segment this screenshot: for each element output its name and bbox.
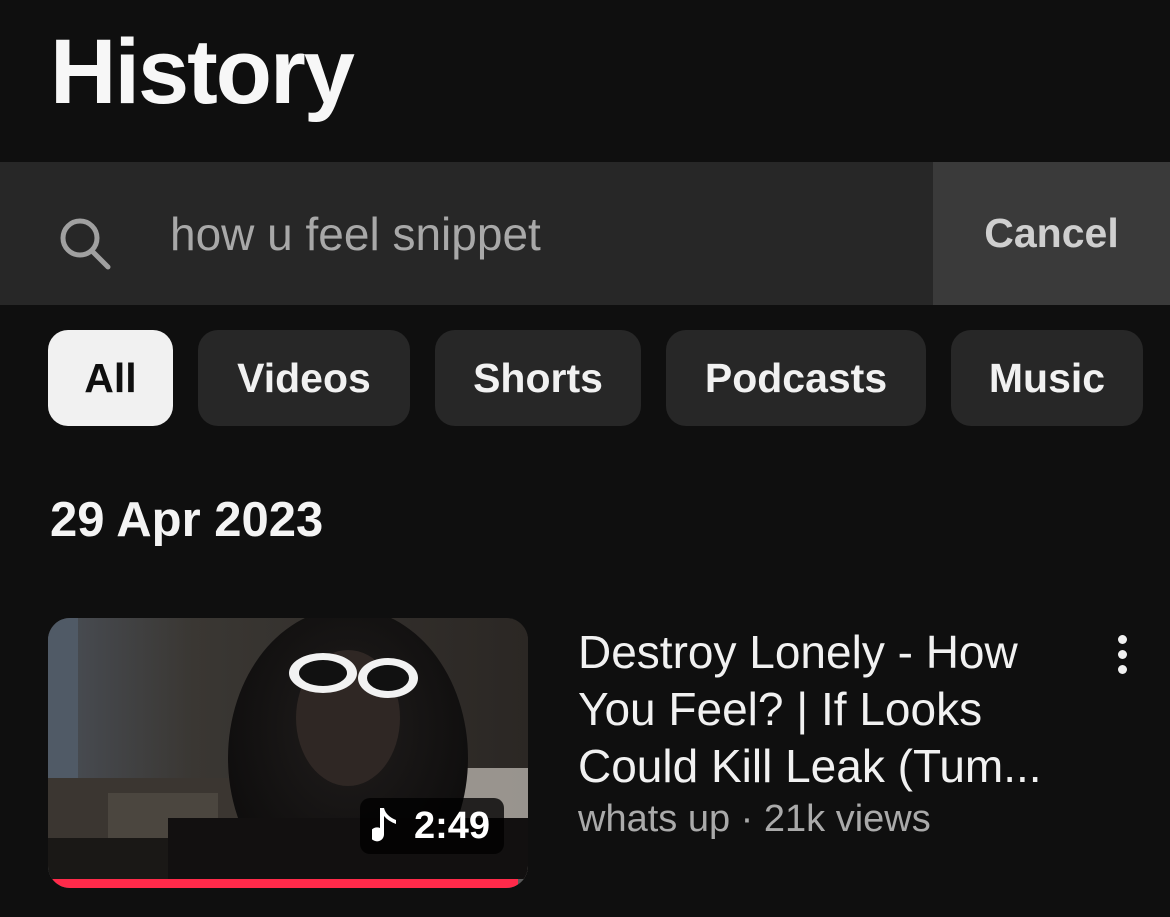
music-note-icon — [371, 808, 396, 842]
video-meta: whats up · 21k views — [578, 798, 931, 840]
search-input[interactable] — [170, 202, 910, 266]
search-bar[interactable] — [0, 162, 933, 305]
video-thumbnail[interactable]: 2:49 — [48, 618, 528, 888]
more-icon-dot — [1117, 664, 1127, 674]
duration-text: 2:49 — [413, 804, 490, 847]
more-options-button[interactable] — [1100, 626, 1144, 682]
chip-podcasts[interactable]: Podcasts — [666, 330, 926, 426]
chip-shorts[interactable]: Shorts — [435, 330, 641, 426]
watch-progress-fill — [48, 879, 519, 888]
chip-videos[interactable]: Videos — [198, 330, 410, 426]
more-icon-dot — [1117, 649, 1127, 659]
history-video-item[interactable]: 2:49 Destroy Lonely - How You Feel? | If… — [0, 618, 1170, 888]
watch-progress-bar — [48, 879, 528, 888]
search-icon — [60, 218, 111, 270]
chip-music[interactable]: Music — [951, 330, 1143, 426]
date-heading: 29 Apr 2023 — [50, 493, 324, 547]
duration-badge: 2:49 — [359, 798, 504, 854]
page-title: History — [50, 21, 355, 123]
chip-all[interactable]: All — [48, 330, 173, 426]
cancel-button[interactable]: Cancel — [933, 162, 1170, 305]
video-title[interactable]: Destroy Lonely - How You Feel? | If Look… — [578, 624, 1078, 795]
history-page: History Cancel All Videos Shorts Podcast… — [0, 0, 1170, 917]
filter-chips: All Videos Shorts Podcasts Music — [0, 330, 1170, 426]
more-icon-dot — [1117, 634, 1127, 644]
